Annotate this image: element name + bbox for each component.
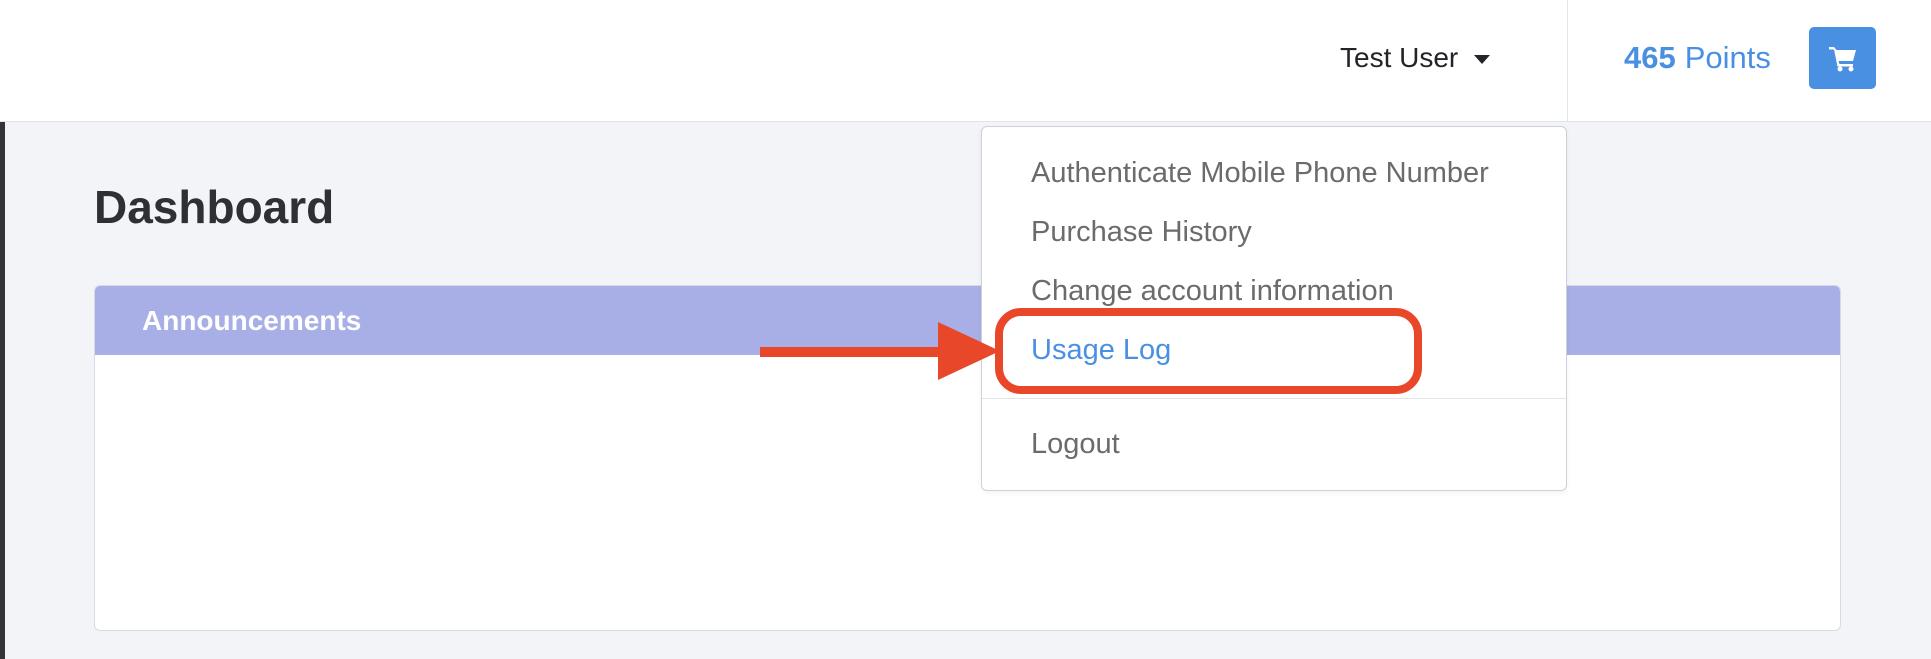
user-menu-toggle[interactable]: Test User [1340,0,1491,116]
menu-item-change-account[interactable]: Change account information [1031,275,1394,308]
page-title: Dashboard [94,181,335,233]
annotation-highlight-box [995,308,1422,394]
menu-item-authenticate-phone[interactable]: Authenticate Mobile Phone Number [1031,157,1489,190]
caret-down-icon [1474,54,1491,64]
menu-item-logout[interactable]: Logout [1031,428,1120,461]
points-label: Points [1684,40,1771,75]
points-link[interactable]: 465 Points [1624,0,1771,116]
cart-button[interactable] [1809,27,1876,89]
announcements-title: Announcements [142,304,362,336]
navbar-divider [1567,0,1568,122]
cart-icon [1828,47,1856,72]
menu-divider [982,398,1566,399]
points-value: 465 [1624,40,1676,75]
top-navbar: Test User 465 Points [0,0,1931,122]
annotation-arrow-icon [760,322,1000,380]
menu-item-purchase-history[interactable]: Purchase History [1031,216,1252,249]
user-name: Test User [1340,42,1459,73]
left-edge-bar [0,122,5,659]
